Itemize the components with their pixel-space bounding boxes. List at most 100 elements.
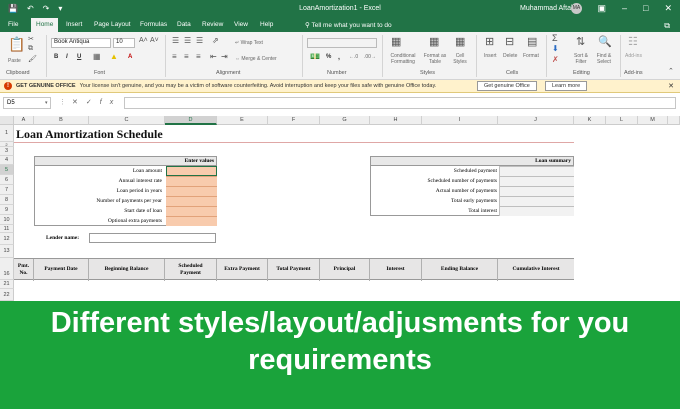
- column-header[interactable]: F: [268, 116, 320, 125]
- increase-font-icon[interactable]: A˄: [139, 37, 148, 44]
- summary-value-cell[interactable]: [499, 176, 574, 186]
- insert-cells-label[interactable]: Insert: [484, 53, 497, 59]
- font-name-select[interactable]: Book Antiqua: [51, 38, 111, 48]
- format-cells-label[interactable]: Format: [523, 53, 539, 59]
- tab-file[interactable]: File: [8, 21, 18, 28]
- minimize-icon[interactable]: –: [622, 3, 627, 14]
- merge-center-button[interactable]: ⇔ Merge & Center: [235, 56, 277, 62]
- column-header[interactable]: I: [422, 116, 498, 125]
- insert-cells-icon[interactable]: ⊞: [485, 35, 494, 48]
- format-as-table-icon[interactable]: ▦: [429, 35, 439, 48]
- align-right-icon[interactable]: ≡: [196, 52, 201, 61]
- row-header[interactable]: 4: [0, 156, 14, 165]
- extra-payments-input[interactable]: [166, 216, 217, 226]
- font-color-icon[interactable]: A: [128, 54, 132, 60]
- increase-indent-icon[interactable]: ⇥: [221, 52, 228, 61]
- bottom-align-icon[interactable]: ☰: [196, 36, 203, 45]
- align-center-icon[interactable]: ≡: [184, 52, 189, 61]
- paste-icon[interactable]: 📋: [8, 36, 25, 53]
- lender-name-input[interactable]: [89, 233, 216, 243]
- sort-filter-label[interactable]: Sort & Filter: [569, 53, 593, 65]
- row-header[interactable]: 13: [0, 245, 14, 258]
- loan-amount-input[interactable]: [166, 166, 217, 176]
- summary-value-cell[interactable]: [499, 206, 574, 216]
- formula-input[interactable]: [124, 97, 676, 109]
- conditional-formatting-icon[interactable]: ▦: [391, 35, 401, 48]
- column-header[interactable]: M: [638, 116, 668, 125]
- font-size-select[interactable]: 10: [113, 38, 135, 48]
- column-header[interactable]: E: [217, 116, 268, 125]
- percent-icon[interactable]: %: [326, 54, 331, 60]
- column-header[interactable]: [668, 116, 680, 125]
- row-header[interactable]: 22: [0, 289, 14, 301]
- fill-icon[interactable]: ⬇: [552, 44, 559, 53]
- column-header[interactable]: D: [165, 116, 217, 125]
- row-header[interactable]: 11: [0, 225, 14, 233]
- orientation-icon[interactable]: ⇗: [212, 36, 219, 45]
- row-header[interactable]: 5: [0, 165, 14, 175]
- find-select-icon[interactable]: 🔍: [598, 35, 612, 48]
- top-align-icon[interactable]: ☰: [172, 36, 179, 45]
- column-header[interactable]: A: [14, 116, 34, 125]
- conditional-formatting-label[interactable]: Conditional Formatting: [386, 53, 420, 65]
- cut-icon[interactable]: ✂: [28, 35, 34, 43]
- row-header[interactable]: 6: [0, 175, 14, 185]
- clear-icon[interactable]: ✗: [552, 55, 559, 64]
- underline-icon[interactable]: U: [77, 54, 81, 60]
- row-header[interactable]: 16: [0, 258, 14, 280]
- sort-filter-icon[interactable]: ⇅: [576, 35, 585, 48]
- row-header[interactable]: 9: [0, 205, 14, 215]
- select-all-button[interactable]: [0, 116, 14, 125]
- find-select-label[interactable]: Find & Select: [593, 53, 615, 65]
- delete-cells-label[interactable]: Delete: [503, 53, 517, 59]
- start-date-input[interactable]: [166, 206, 217, 216]
- ribbon-display-icon[interactable]: ▣: [597, 3, 606, 14]
- number-format-select[interactable]: [307, 38, 377, 48]
- cancel-icon[interactable]: ✕: [72, 99, 86, 106]
- add-ins-icon[interactable]: ☷: [628, 35, 638, 48]
- format-as-table-label[interactable]: Format as Table: [421, 53, 449, 65]
- user-name[interactable]: Muhammad Aftab: [520, 5, 575, 12]
- name-box-dropdown-icon[interactable]: ▾: [45, 100, 48, 106]
- tab-view[interactable]: View: [234, 21, 248, 28]
- column-header[interactable]: H: [370, 116, 422, 125]
- copy-icon[interactable]: ⧉: [28, 45, 33, 53]
- column-header[interactable]: C: [89, 116, 165, 125]
- tell-me-box[interactable]: ⚲ Tell me what you want to do: [305, 21, 392, 29]
- maximize-icon[interactable]: □: [643, 3, 648, 14]
- autosum-icon[interactable]: Σ: [552, 33, 558, 43]
- decrease-indent-icon[interactable]: ⇤: [210, 52, 217, 61]
- italic-icon[interactable]: I: [66, 54, 68, 60]
- comma-style-icon[interactable]: ,: [338, 54, 340, 61]
- decrease-font-icon[interactable]: A˅: [150, 37, 159, 44]
- tab-help[interactable]: Help: [260, 21, 273, 28]
- format-painter-icon[interactable]: 🖌: [28, 55, 37, 63]
- tab-page-layout[interactable]: Page Layout: [94, 21, 131, 28]
- paste-label[interactable]: Paste: [8, 58, 21, 64]
- close-notice-icon[interactable]: ✕: [668, 82, 674, 90]
- row-header[interactable]: 12: [0, 233, 14, 245]
- avatar[interactable]: MA: [571, 3, 582, 14]
- cell-styles-label[interactable]: Cell Styles: [450, 53, 470, 65]
- column-header[interactable]: K: [574, 116, 606, 125]
- row-header[interactable]: 8: [0, 195, 14, 205]
- payments-per-year-input[interactable]: [166, 196, 217, 206]
- tab-data[interactable]: Data: [177, 21, 191, 28]
- row-header[interactable]: 1: [0, 125, 14, 142]
- cell-styles-icon[interactable]: ▦: [455, 35, 465, 48]
- currency-icon[interactable]: 💵: [310, 52, 320, 61]
- wrap-text-button[interactable]: ↵ Wrap Text: [235, 40, 263, 46]
- increase-decimal-icon[interactable]: ←.0: [349, 54, 358, 60]
- tab-formulas[interactable]: Formulas: [140, 21, 167, 28]
- delete-cells-icon[interactable]: ⊟: [505, 35, 514, 48]
- bold-icon[interactable]: B: [54, 54, 58, 60]
- tab-home[interactable]: Home: [31, 18, 59, 32]
- learn-more-button[interactable]: Learn more: [545, 81, 588, 91]
- row-header[interactable]: 10: [0, 215, 14, 225]
- loan-period-input[interactable]: [166, 186, 217, 196]
- fill-color-icon[interactable]: ▲: [110, 52, 118, 61]
- collapse-ribbon-icon[interactable]: ⌃: [668, 67, 674, 75]
- column-header[interactable]: L: [606, 116, 638, 125]
- interest-rate-input[interactable]: [166, 176, 217, 186]
- borders-icon[interactable]: ▦: [93, 52, 101, 61]
